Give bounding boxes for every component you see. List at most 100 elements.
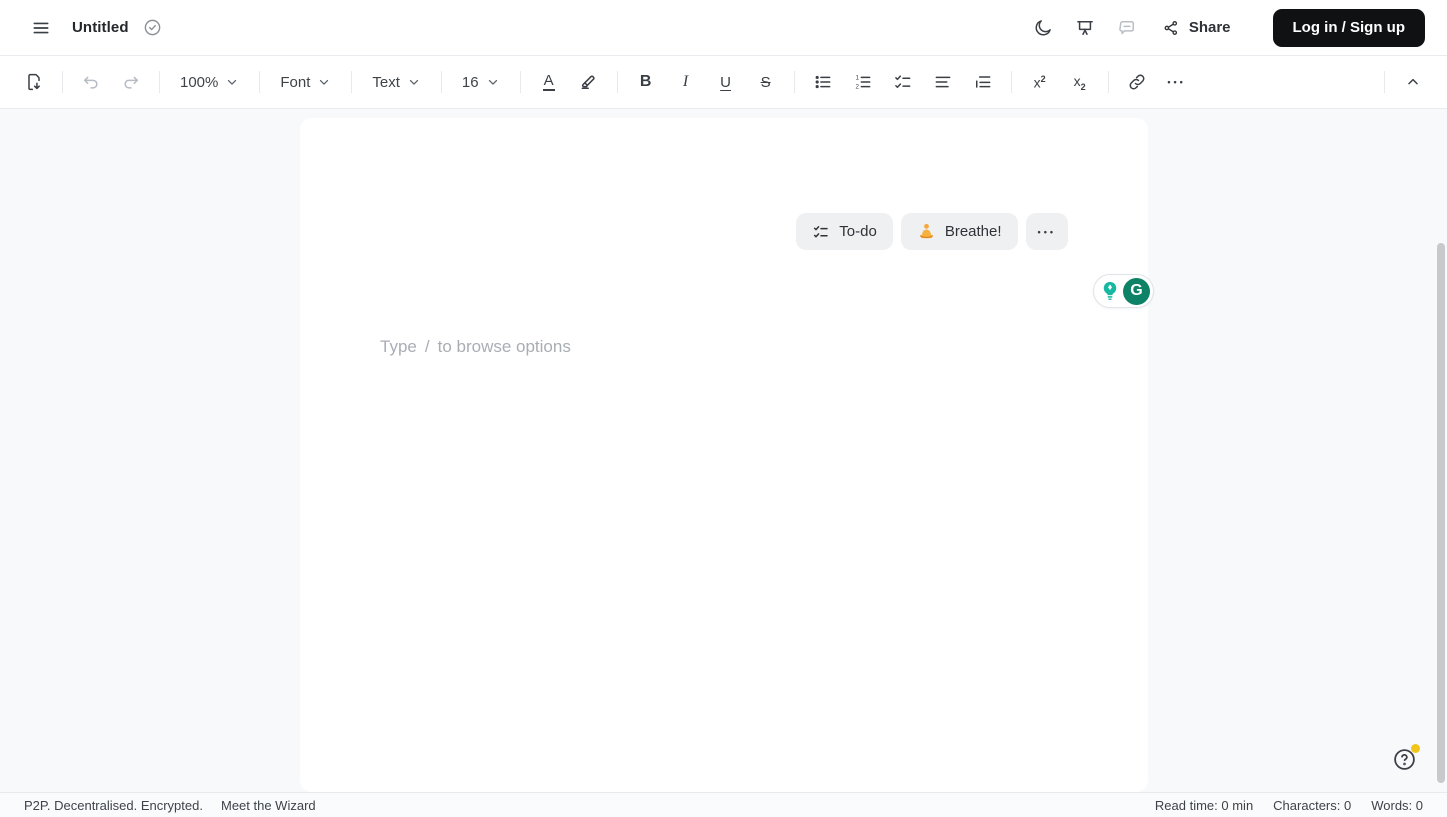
highlight-button[interactable] xyxy=(569,64,609,100)
bold-button[interactable]: B xyxy=(626,64,666,100)
chevron-down-icon xyxy=(317,75,331,89)
underline-icon: U xyxy=(720,73,732,91)
toolbar-divider xyxy=(1107,71,1109,93)
font-size-value: 16 xyxy=(461,73,479,91)
toolbar-divider xyxy=(62,71,63,93)
superscript-button[interactable]: x2 xyxy=(1020,64,1060,100)
share-nodes-icon xyxy=(1162,19,1180,37)
strikethrough-button[interactable]: S xyxy=(746,64,786,100)
indent-icon xyxy=(973,72,993,92)
text-color-button[interactable]: A xyxy=(529,64,569,100)
chevron-up-icon xyxy=(1405,74,1421,90)
collapse-toolbar-button[interactable] xyxy=(1393,64,1433,100)
indent-button[interactable] xyxy=(963,64,1003,100)
comments-button[interactable] xyxy=(1108,9,1146,47)
zoom-value: 100% xyxy=(180,73,219,91)
superscript-icon: x2 xyxy=(1033,73,1046,91)
moon-icon xyxy=(1033,18,1053,38)
italic-button[interactable]: I xyxy=(666,64,706,100)
notification-dot xyxy=(1411,744,1420,753)
align-button[interactable] xyxy=(923,64,963,100)
document-title[interactable]: Untitled xyxy=(72,19,129,36)
undo-icon xyxy=(81,72,101,92)
header: Untitled Share Log in / Sign up xyxy=(0,0,1447,56)
saved-check-circle-icon xyxy=(143,18,162,37)
font-family-value: Font xyxy=(280,73,311,91)
menu-button[interactable] xyxy=(22,9,60,47)
checklist-icon xyxy=(893,72,913,92)
toolbar-divider xyxy=(440,71,442,93)
svg-text:1: 1 xyxy=(855,75,859,82)
help-button[interactable] xyxy=(1392,744,1420,773)
toolbar-divider xyxy=(159,71,160,93)
redo-button[interactable] xyxy=(111,64,151,100)
font-size-dropdown[interactable]: 16 xyxy=(450,64,512,100)
placeholder-suffix: to browse options xyxy=(437,337,571,356)
login-signup-button[interactable]: Log in / Sign up xyxy=(1272,8,1425,47)
presentation-screen-icon xyxy=(1075,18,1095,38)
checklist-button[interactable] xyxy=(883,64,923,100)
text-color-icon: A xyxy=(542,72,555,91)
breathe-label: Breathe! xyxy=(944,223,1002,240)
tagline: P2P. Decentralised. Encrypted. xyxy=(24,797,203,813)
editor-placeholder[interactable]: Type / to browse options xyxy=(380,329,571,365)
word-count: Words: 0 xyxy=(1371,797,1423,813)
placeholder-prefix: Type xyxy=(380,337,417,356)
breathe-quick-action-button[interactable]: Breathe! xyxy=(900,213,1018,250)
highlighter-icon xyxy=(579,72,599,92)
vertical-scrollbar-thumb[interactable] xyxy=(1437,243,1445,783)
bullet-list-icon xyxy=(813,72,833,92)
quick-actions-more-button[interactable]: ••• xyxy=(1025,213,1068,250)
underline-button[interactable]: U xyxy=(706,64,746,100)
undo-button[interactable] xyxy=(71,64,111,100)
paragraph-style-dropdown[interactable]: Text xyxy=(360,64,433,100)
toolbar-divider xyxy=(1010,71,1012,93)
present-button[interactable] xyxy=(1066,9,1104,47)
redo-icon xyxy=(121,72,141,92)
character-count: Characters: 0 xyxy=(1273,797,1352,813)
chevron-down-icon xyxy=(486,75,500,89)
quick-actions: To-do Breathe! ••• xyxy=(796,213,1068,250)
bullet-list-button[interactable] xyxy=(803,64,843,100)
hamburger-icon xyxy=(31,18,51,38)
toolbar-divider xyxy=(793,71,795,93)
status-bar: P2P. Decentralised. Encrypted. Meet the … xyxy=(0,792,1447,817)
ellipsis-icon: ••• xyxy=(1037,226,1056,237)
paragraph-style-value: Text xyxy=(372,73,400,91)
read-time: Read time: 0 min xyxy=(1154,797,1254,813)
svg-text:2: 2 xyxy=(855,83,859,90)
toolbar-divider xyxy=(259,71,261,93)
toolbar-more-button[interactable]: ••• xyxy=(1157,64,1197,100)
toolbar-divider xyxy=(616,71,618,93)
numbered-list-button[interactable]: 12 xyxy=(843,64,883,100)
grammarly-g-icon: G xyxy=(1123,277,1150,305)
todo-label: To-do xyxy=(839,223,877,240)
toolbar-divider xyxy=(519,71,521,93)
dark-mode-button[interactable] xyxy=(1024,9,1062,47)
document-page[interactable]: Type / to browse options To-do Breathe! … xyxy=(300,118,1148,792)
subscript-button[interactable]: x2 xyxy=(1060,64,1100,100)
meet-the-wizard-link[interactable]: Meet the Wizard xyxy=(221,798,316,813)
todo-quick-action-button[interactable]: To-do xyxy=(796,213,893,250)
document-download-icon xyxy=(24,72,44,92)
lightbulb-icon xyxy=(1100,280,1120,302)
share-label: Share xyxy=(1188,19,1231,36)
placeholder-slash: / xyxy=(424,337,430,356)
zoom-dropdown[interactable]: 100% xyxy=(168,64,251,100)
link-icon xyxy=(1127,72,1147,92)
align-left-icon xyxy=(933,72,953,92)
toolbar-divider xyxy=(351,71,353,93)
chevron-down-icon xyxy=(407,75,421,89)
italic-icon: I xyxy=(682,73,689,90)
subscript-icon: x2 xyxy=(1073,72,1086,92)
font-family-dropdown[interactable]: Font xyxy=(268,64,343,100)
bold-icon: B xyxy=(639,73,652,90)
share-button[interactable]: Share xyxy=(1150,9,1243,47)
checklist-icon xyxy=(812,223,830,241)
grammarly-widget[interactable]: G xyxy=(1093,274,1154,308)
strikethrough-icon: S xyxy=(760,73,771,91)
export-document-button[interactable] xyxy=(14,64,54,100)
chevron-down-icon xyxy=(225,75,239,89)
comment-bubble-icon xyxy=(1117,18,1137,38)
insert-link-button[interactable] xyxy=(1117,64,1157,100)
